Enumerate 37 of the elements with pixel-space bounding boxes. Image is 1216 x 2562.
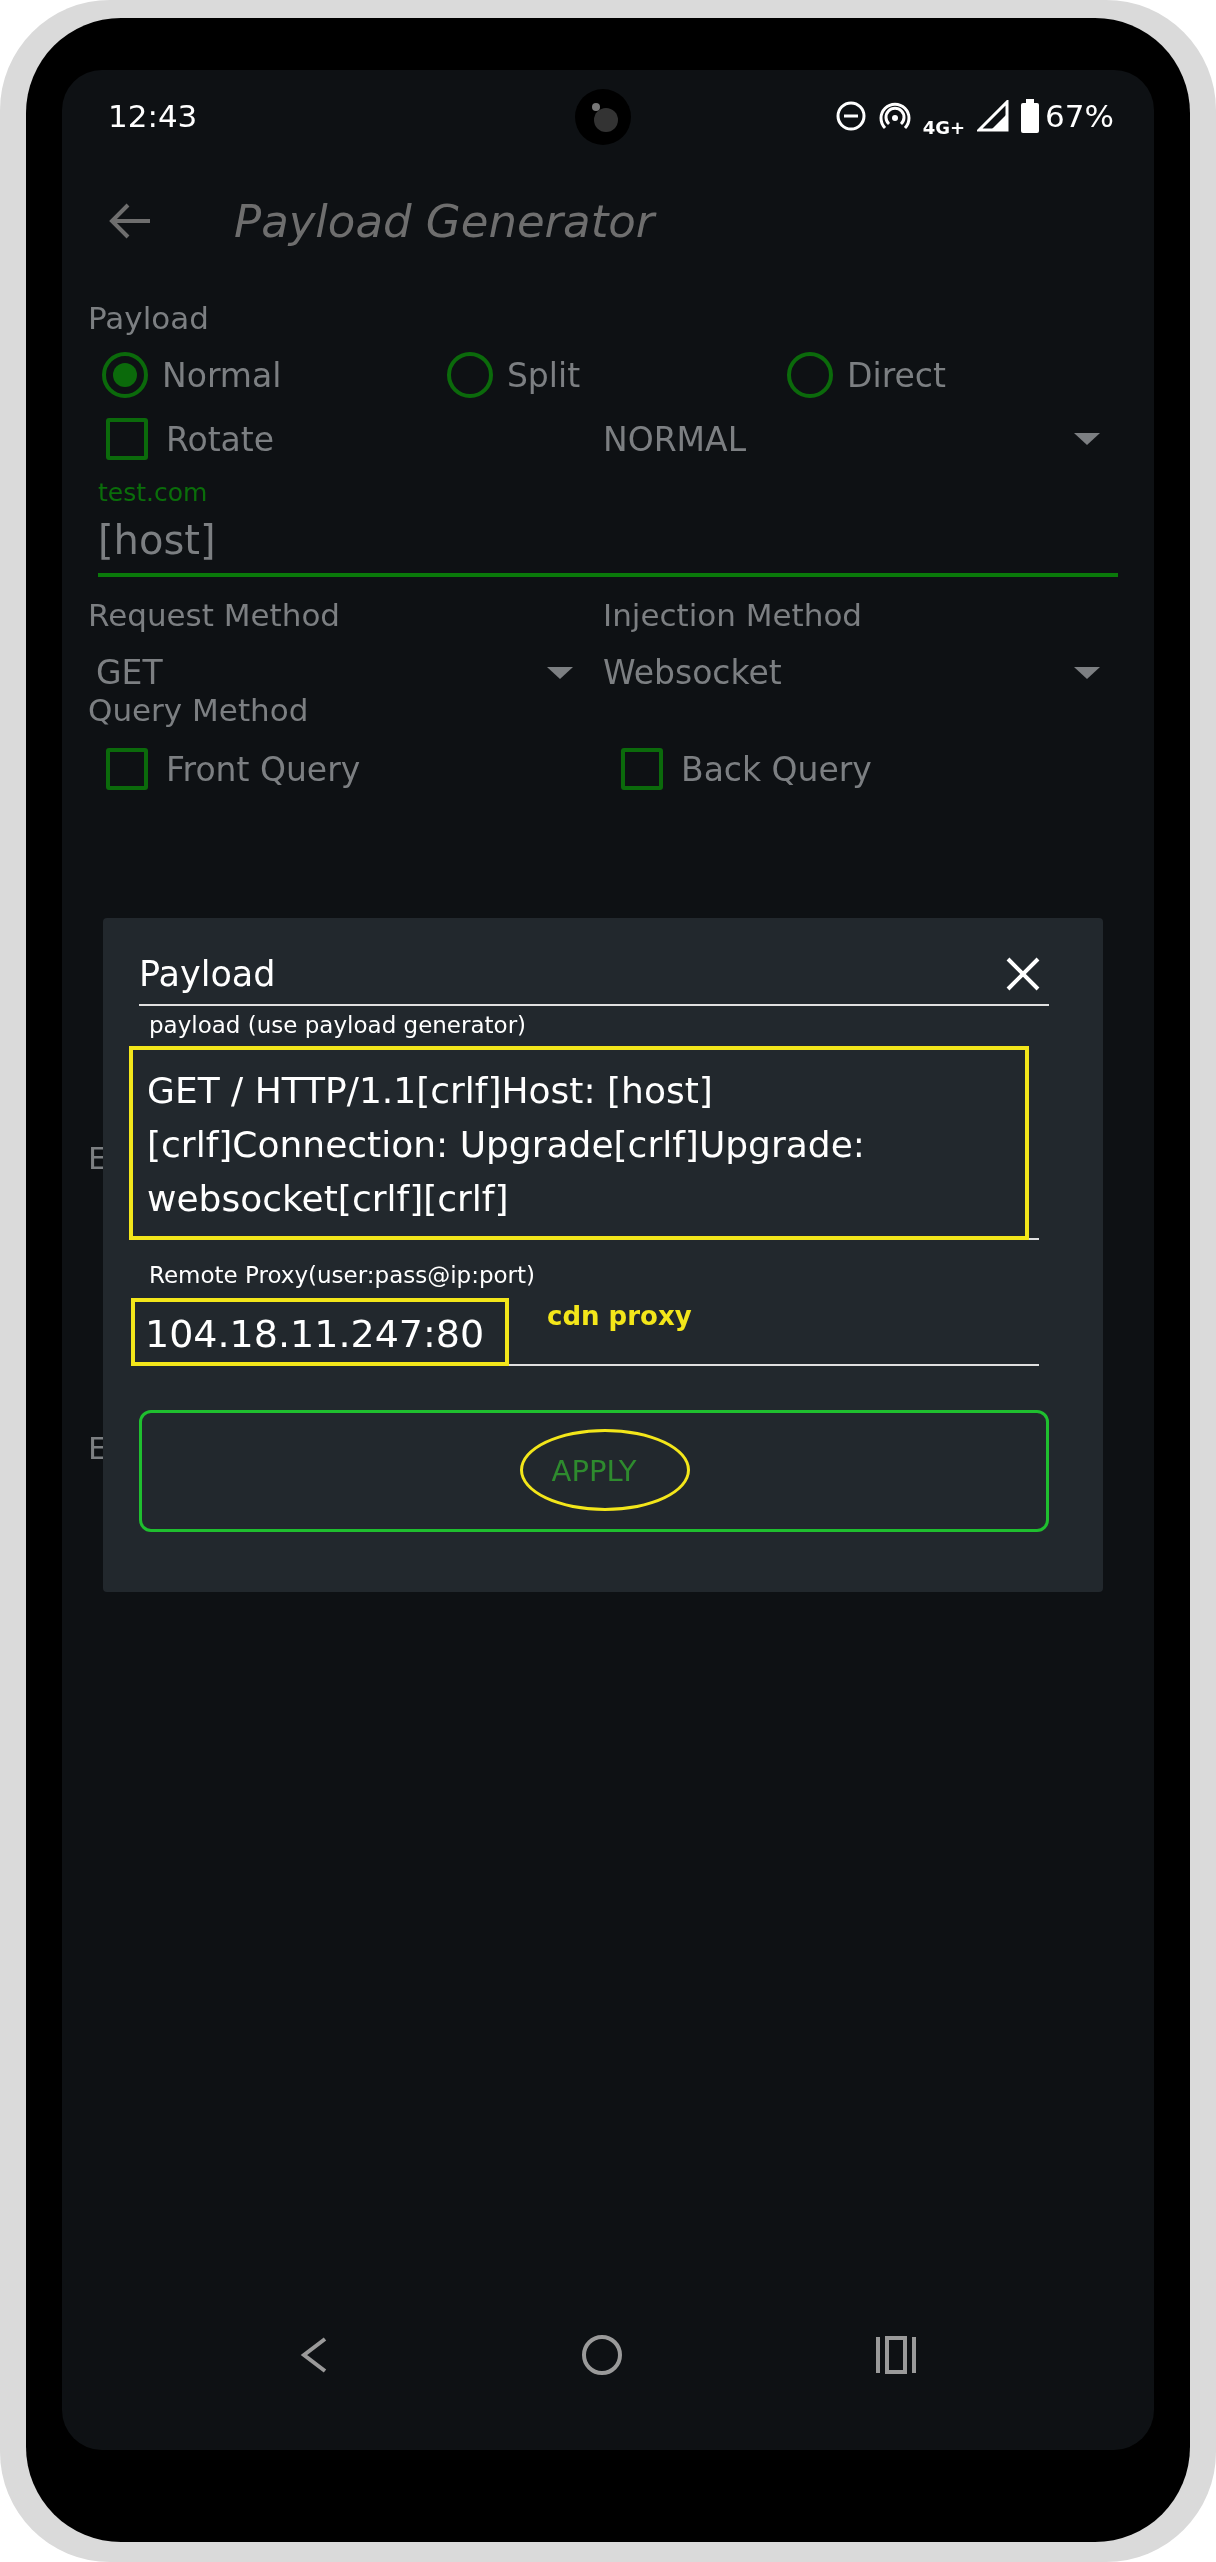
host-field[interactable]: [host] bbox=[98, 517, 1118, 577]
radio-option[interactable]: Split bbox=[432, 352, 774, 398]
section-label: Query Method bbox=[88, 692, 310, 728]
signal-icon bbox=[977, 100, 1010, 132]
back-icon[interactable] bbox=[299, 2335, 329, 2375]
network-type: 4G+ bbox=[922, 116, 966, 138]
mode-dropdown[interactable]: NORMAL bbox=[603, 418, 1118, 460]
radio-option[interactable]: Direct bbox=[773, 352, 1118, 398]
dialog-title: Payload bbox=[139, 954, 276, 994]
screen-title: Payload Generator bbox=[234, 194, 655, 248]
battery-percent: 67% bbox=[1045, 98, 1114, 134]
radio-option[interactable]: Normal bbox=[88, 352, 433, 398]
status-time: 12:43 bbox=[108, 98, 198, 134]
section-label: Payload bbox=[88, 300, 210, 336]
apply-button[interactable]: APPLY bbox=[139, 1410, 1049, 1532]
field-label: payload (use payload generator) bbox=[149, 1012, 528, 1038]
do-not-disturb-icon bbox=[834, 100, 867, 132]
checkbox-option[interactable]: Rotate bbox=[88, 418, 603, 460]
floating-label: test.com bbox=[98, 478, 209, 507]
camera-icon bbox=[573, 87, 633, 147]
battery-icon bbox=[1021, 99, 1040, 133]
field-label: Injection Method bbox=[603, 597, 864, 633]
apply-label: APPLY bbox=[551, 1454, 637, 1488]
close-icon[interactable] bbox=[1005, 956, 1041, 992]
hotspot-icon bbox=[878, 100, 911, 132]
proxy-field[interactable]: 104.18.11.247:80 bbox=[145, 1312, 485, 1356]
home-icon[interactable] bbox=[581, 2334, 623, 2376]
field-label: Request Method bbox=[88, 597, 342, 633]
recents-icon[interactable] bbox=[875, 2335, 917, 2375]
checkbox-option[interactable]: Back Query bbox=[603, 748, 1118, 790]
payload-field[interactable]: GET / HTTP/1.1[crlf]Host: [host][crlf]Connection: Upgrade[crlf]Upgrade: websocket[crlf][crlf] bbox=[147, 1064, 1013, 1226]
back-arrow-icon[interactable] bbox=[108, 201, 152, 241]
method-dropdown[interactable]: Websocket bbox=[603, 653, 1118, 692]
field-label: Remote Proxy(user:pass@ip:port) bbox=[149, 1262, 537, 1288]
checkbox-option[interactable]: Front Query bbox=[88, 748, 603, 790]
method-dropdown[interactable]: GET bbox=[88, 653, 603, 692]
annotation-note: cdn proxy bbox=[547, 1301, 692, 1331]
